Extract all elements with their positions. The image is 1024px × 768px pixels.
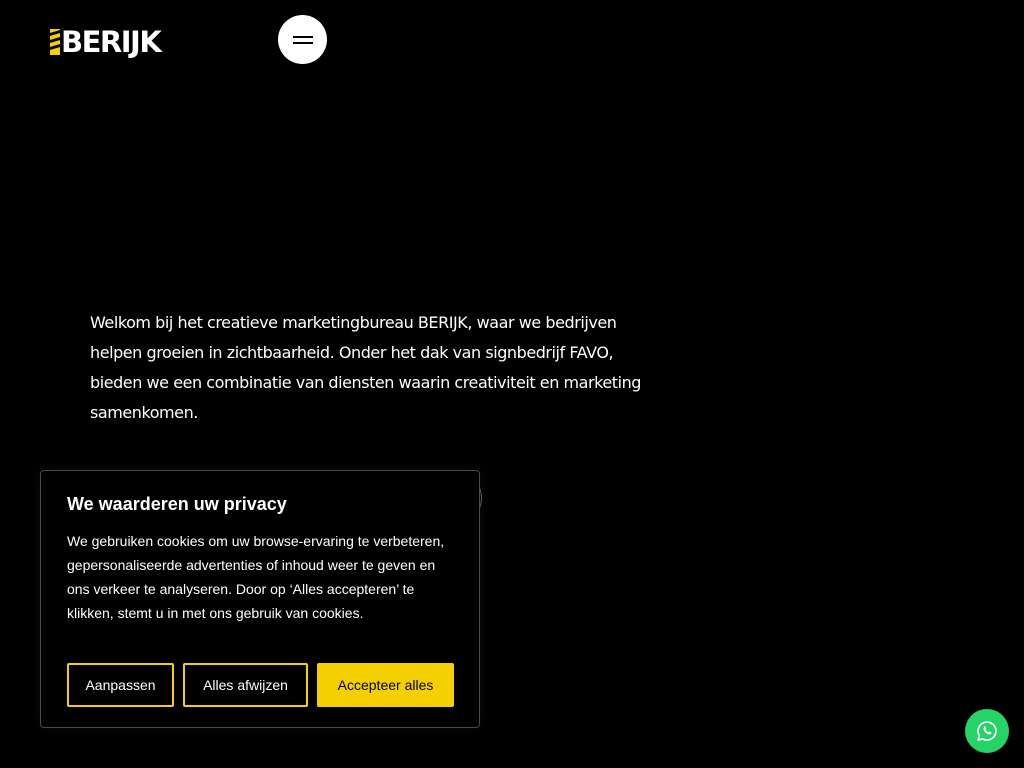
cookie-banner-title: We waarderen uw privacy [67, 494, 287, 514]
cookie-banner: We waarderen uw privacy We gebruiken coo… [40, 470, 480, 728]
customize-button[interactable]: Aanpassen [67, 663, 174, 707]
logo-stripes-icon [50, 29, 60, 55]
whatsapp-icon [977, 721, 997, 741]
page: BERIJK Welkom bij het creatieve marketin… [0, 0, 1024, 768]
menu-button[interactable] [278, 15, 327, 64]
accept-all-button[interactable]: Accepteer alles [317, 663, 454, 707]
hamburger-icon [292, 35, 313, 44]
cookie-banner-actions: Aanpassen Alles afwijzen Accepteer alles [67, 663, 454, 707]
reject-all-button[interactable]: Alles afwijzen [183, 663, 308, 707]
whatsapp-button[interactable] [965, 709, 1009, 753]
intro-paragraph: Welkom bij het creatieve marketingbureau… [90, 313, 642, 422]
cookie-banner-text: We gebruiken cookies om uw browse-ervari… [67, 533, 445, 621]
berijk-logo[interactable]: BERIJK [50, 25, 162, 59]
logo-text: BERIJK [61, 25, 162, 59]
